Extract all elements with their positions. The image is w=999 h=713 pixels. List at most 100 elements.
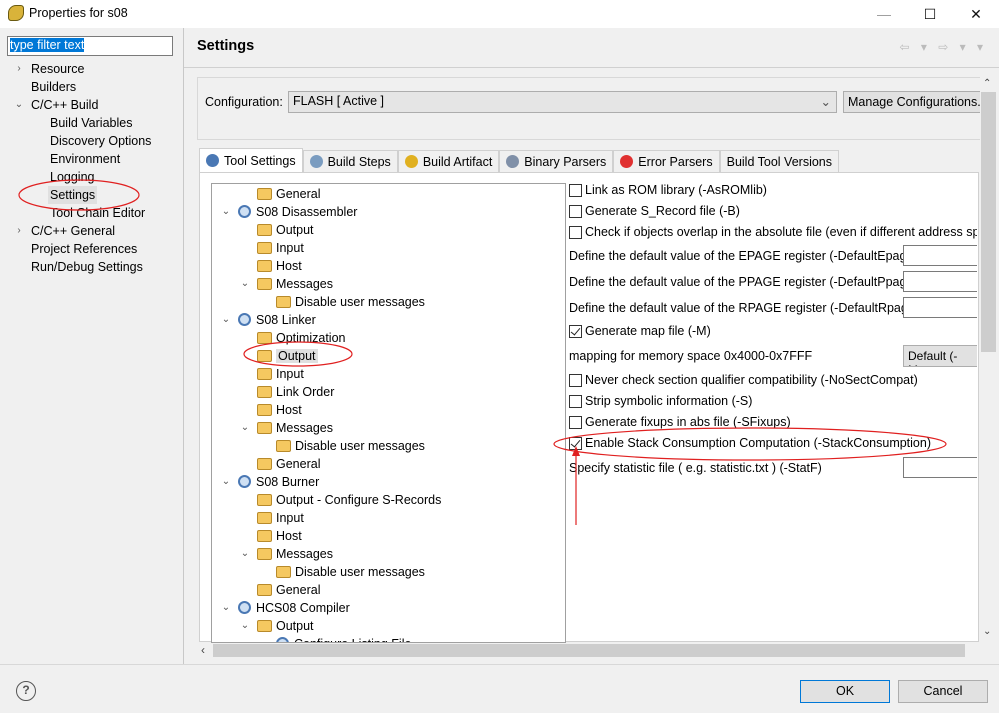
vertical-scroll-thumb[interactable] (981, 92, 996, 352)
nav-tree-item[interactable]: Environment (50, 150, 120, 168)
page-title: Settings (197, 38, 255, 54)
tool-tree-item[interactable]: Input (257, 239, 304, 257)
option-row[interactable]: Check if objects overlap in the absolute… (569, 222, 977, 242)
option-checkbox[interactable] (569, 415, 582, 429)
help-button[interactable]: ? (16, 681, 36, 701)
scroll-down-icon[interactable]: ⌄ (983, 626, 991, 637)
nav-tree-item[interactable]: Discovery Options (50, 132, 151, 150)
chevron-down-icon[interactable]: ⌄ (221, 203, 231, 221)
folder-icon (276, 296, 291, 308)
configuration-select[interactable]: FLASH [ Active ] ⌄ (288, 91, 837, 113)
chevron-down-icon[interactable]: ⌄ (14, 96, 24, 114)
option-row[interactable]: Generate map file (-M) (569, 321, 711, 341)
tool-tree-item[interactable]: Output (257, 221, 314, 239)
option-checkbox[interactable] (569, 436, 582, 450)
tool-tree-item[interactable]: Host (257, 401, 302, 419)
folder-icon (257, 422, 272, 434)
tool-tree-item[interactable]: ⌄ Messages (241, 419, 333, 437)
tool-tree-item[interactable]: Output (257, 347, 318, 365)
tool-tree-item[interactable]: General (257, 581, 320, 599)
tool-tree-item[interactable]: Output - Configure S-Records (257, 491, 441, 509)
tool-tree-item[interactable]: ⌄ S08 Disassembler (222, 203, 357, 221)
tool-tree-item[interactable]: ⌄ Output (241, 617, 314, 635)
tab-build-steps[interactable]: Build Steps (302, 150, 398, 172)
cancel-button[interactable]: Cancel (898, 680, 988, 703)
tool-tree-item[interactable]: Input (257, 509, 304, 527)
nav-tree-item[interactable]: Build Variables (50, 114, 132, 132)
tab-tool-settings[interactable]: Tool Settings (199, 148, 303, 172)
scroll-up-icon[interactable]: ⌃ (983, 78, 991, 89)
tool-tree-item[interactable]: General (257, 185, 320, 203)
error-icon (620, 155, 634, 168)
tool-tree-item[interactable]: Disable user messages (276, 293, 425, 311)
nav-tree-item[interactable]: ⌄ C/C++ Build (15, 96, 99, 114)
option-row[interactable]: Link as ROM library (-AsROMlib) (569, 180, 767, 200)
tool-tree-item[interactable]: Input (257, 365, 304, 383)
option-text-input[interactable] (903, 297, 977, 318)
chevron-down-icon[interactable]: ⌄ (221, 473, 231, 491)
manage-configurations-button[interactable]: Manage Configurations... (843, 91, 983, 113)
option-checkbox[interactable] (569, 183, 582, 197)
tab-error-parsers[interactable]: Error Parsers (613, 150, 720, 172)
nav-tree-item[interactable]: Builders (31, 78, 76, 96)
option-mapping-select[interactable]: Default (-Map (903, 345, 977, 367)
chevron-down-icon[interactable]: ⌄ (221, 311, 231, 329)
nav-tree-item[interactable]: Run/Debug Settings (31, 258, 143, 276)
tool-tree-item[interactable]: Host (257, 527, 302, 545)
tab-label: Error Parsers (638, 154, 713, 169)
nav-tree-item[interactable]: Tool Chain Editor (50, 204, 145, 222)
option-text-input[interactable] (903, 245, 977, 266)
tool-tree-item[interactable]: Link Order (257, 383, 334, 401)
nav-tree-label: Settings (50, 188, 96, 202)
chevron-down-icon[interactable]: ⌄ (240, 275, 250, 293)
option-row[interactable]: Generate fixups in abs file (-SFixups) (569, 412, 791, 432)
nav-tree-item[interactable]: Logging (50, 168, 95, 186)
tool-tree-item[interactable]: General (257, 455, 320, 473)
filter-input[interactable]: type filter text (7, 36, 173, 56)
option-checkbox[interactable] (569, 324, 582, 338)
option-row[interactable]: Strip symbolic information (-S) (569, 391, 752, 411)
chevron-down-icon[interactable]: ⌄ (221, 599, 231, 617)
chevron-right-icon[interactable]: › (14, 60, 24, 78)
tool-tree-item[interactable]: ⌄ S08 Linker (222, 311, 316, 329)
nav-tree-item[interactable]: › Resource (17, 60, 84, 78)
history-nav-arrows[interactable]: ⇦ ▾ ⇨ ▾ ▾ (899, 40, 987, 54)
tab-label: Build Tool Versions (726, 154, 832, 169)
option-row[interactable]: Enable Stack Consumption Computation (-S… (569, 433, 931, 453)
tool-tree-item[interactable]: Disable user messages (276, 437, 425, 455)
chevron-down-icon[interactable]: ⌄ (240, 419, 250, 437)
close-button[interactable]: ✕ (953, 0, 999, 28)
option-checkbox[interactable] (569, 373, 582, 387)
tool-tree-item[interactable]: Disable user messages (276, 563, 425, 581)
horizontal-scroll-thumb[interactable] (213, 644, 965, 657)
tool-tree-item[interactable]: ⌄ S08 Burner (222, 473, 319, 491)
option-text-input[interactable] (903, 457, 977, 478)
tool-tree-item[interactable]: Optimization (257, 329, 345, 347)
option-row: mapping for memory space 0x4000-0x7FFF (569, 346, 812, 366)
scroll-left-icon[interactable]: ‹ (201, 643, 205, 657)
nav-tree-item[interactable]: › C/C++ General (17, 222, 115, 240)
pane-divider[interactable] (183, 28, 184, 664)
option-row[interactable]: Generate S_Record file (-B) (569, 201, 740, 221)
tool-tree-item[interactable]: ⌄ Messages (241, 545, 333, 563)
option-row[interactable]: Never check section qualifier compatibil… (569, 370, 918, 390)
nav-tree-item[interactable]: Project References (31, 240, 137, 258)
option-text-input[interactable] (903, 271, 977, 292)
tab-build-tool-versions[interactable]: Build Tool Versions (719, 150, 839, 172)
tool-tree-item[interactable]: ⌄ Messages (241, 275, 333, 293)
maximize-button[interactable]: ☐ (907, 0, 953, 28)
tool-tree-item[interactable]: Configure Listing File (276, 635, 411, 642)
option-checkbox[interactable] (569, 225, 582, 239)
chevron-down-icon[interactable]: ⌄ (240, 617, 250, 635)
tool-tree-item[interactable]: ⌄ HCS08 Compiler (222, 599, 350, 617)
option-checkbox[interactable] (569, 394, 582, 408)
tab-binary-parsers[interactable]: Binary Parsers (499, 150, 614, 172)
minimize-button[interactable]: — (861, 0, 907, 28)
chevron-right-icon[interactable]: › (14, 222, 24, 240)
ok-button[interactable]: OK (800, 680, 890, 703)
tool-tree-item[interactable]: Host (257, 257, 302, 275)
nav-tree-item[interactable]: Settings (48, 186, 98, 204)
option-checkbox[interactable] (569, 204, 582, 218)
tab-build-artifact[interactable]: Build Artifact (397, 150, 500, 172)
chevron-down-icon[interactable]: ⌄ (240, 545, 250, 563)
